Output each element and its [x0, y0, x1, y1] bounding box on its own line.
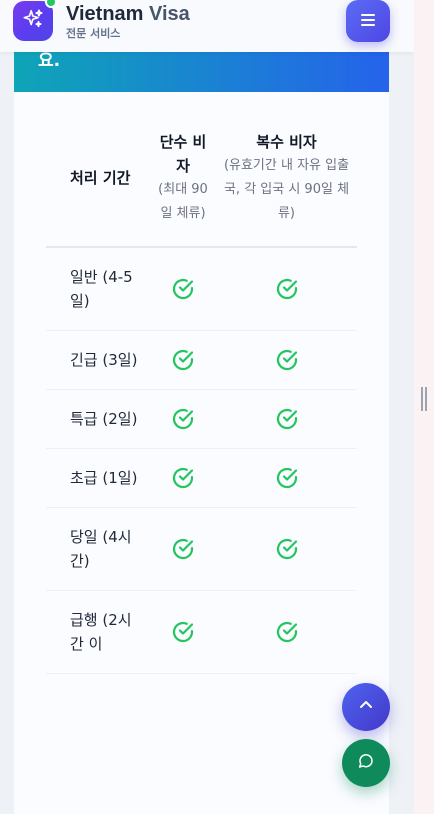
hero-text: 요.	[38, 51, 61, 71]
brand-subtitle: 전문 서비스	[66, 27, 121, 40]
check-circle-icon	[275, 539, 299, 560]
page-viewport: Vietnam Visa 전문 서비스 요. 처리 기간 단수 비자 (최대 9…	[0, 0, 414, 814]
check-circle-icon	[275, 622, 299, 643]
check-circle-icon	[275, 350, 299, 371]
single-visa-available	[150, 331, 216, 390]
hamburger-menu-icon	[360, 12, 376, 31]
multiple-visa-available	[216, 390, 357, 449]
site-header: Vietnam Visa 전문 서비스	[0, 0, 414, 52]
hero-banner: 요.	[14, 52, 389, 92]
table-row: 초급 (1일)	[46, 449, 357, 508]
chevron-up-icon	[358, 697, 374, 717]
single-visa-note: (최대 90일 체류)	[158, 182, 208, 221]
single-visa-available	[150, 247, 216, 331]
row-processing-time: 긴급 (3일)	[70, 351, 138, 369]
table-row: 특급 (2일)	[46, 390, 357, 449]
header-single-visa: 단수 비자 (최대 90일 체류)	[150, 130, 216, 247]
row-processing-time: 특급 (2일)	[70, 410, 138, 428]
multiple-visa-available	[216, 449, 357, 508]
check-circle-icon	[171, 539, 195, 560]
check-circle-icon	[275, 468, 299, 489]
brand-name: Vietnam	[66, 3, 144, 25]
chat-button[interactable]	[342, 739, 390, 787]
check-circle-icon	[171, 350, 195, 371]
resize-handle[interactable]	[421, 387, 427, 411]
single-visa-available	[150, 449, 216, 508]
check-circle-icon	[171, 468, 195, 489]
multiple-visa-available	[216, 247, 357, 331]
header-processing-time: 처리 기간	[70, 169, 131, 187]
menu-button[interactable]	[346, 0, 390, 42]
check-circle-icon	[275, 279, 299, 300]
multiple-visa-available	[216, 508, 357, 591]
scroll-to-top-button[interactable]	[342, 683, 390, 731]
sparkles-icon	[22, 8, 44, 34]
row-processing-time: 일반 (4-5 일)	[70, 268, 133, 310]
row-processing-time: 당일 (4시 간)	[70, 528, 132, 570]
online-status-dot	[45, 0, 57, 8]
pricing-card: 처리 기간 단수 비자 (최대 90일 체류) 복수 비자 (유효기간 내 자유…	[14, 92, 389, 814]
row-processing-time: 급행 (2시 간 이	[70, 611, 132, 653]
single-visa-title: 단수 비자	[159, 133, 207, 175]
row-processing-time: 초급 (1일)	[70, 469, 138, 487]
check-circle-icon	[171, 622, 195, 643]
table-row: 일반 (4-5 일)	[46, 247, 357, 331]
brand-accent: Visa	[149, 3, 190, 25]
multiple-visa-title: 복수 비자	[256, 133, 317, 151]
chat-bubble-icon	[357, 752, 375, 774]
table-header-row: 처리 기간 단수 비자 (최대 90일 체류) 복수 비자 (유효기간 내 자유…	[46, 130, 357, 247]
brand-title[interactable]: Vietnam Visa	[66, 3, 190, 26]
single-visa-available	[150, 591, 216, 674]
multiple-visa-available	[216, 331, 357, 390]
processing-time-table: 처리 기간 단수 비자 (최대 90일 체류) 복수 비자 (유효기간 내 자유…	[46, 130, 357, 674]
check-circle-icon	[275, 409, 299, 430]
single-visa-available	[150, 390, 216, 449]
table-row: 긴급 (3일)	[46, 331, 357, 390]
check-circle-icon	[171, 279, 195, 300]
check-circle-icon	[171, 409, 195, 430]
multiple-visa-available	[216, 591, 357, 674]
multiple-visa-note: (유효기간 내 자유 입출국, 각 입국 시 90일 체류)	[223, 158, 350, 221]
header-multiple-visa: 복수 비자 (유효기간 내 자유 입출국, 각 입국 시 90일 체류)	[216, 130, 357, 247]
table-row: 당일 (4시 간)	[46, 508, 357, 591]
table-row: 급행 (2시 간 이	[46, 591, 357, 674]
single-visa-available	[150, 508, 216, 591]
